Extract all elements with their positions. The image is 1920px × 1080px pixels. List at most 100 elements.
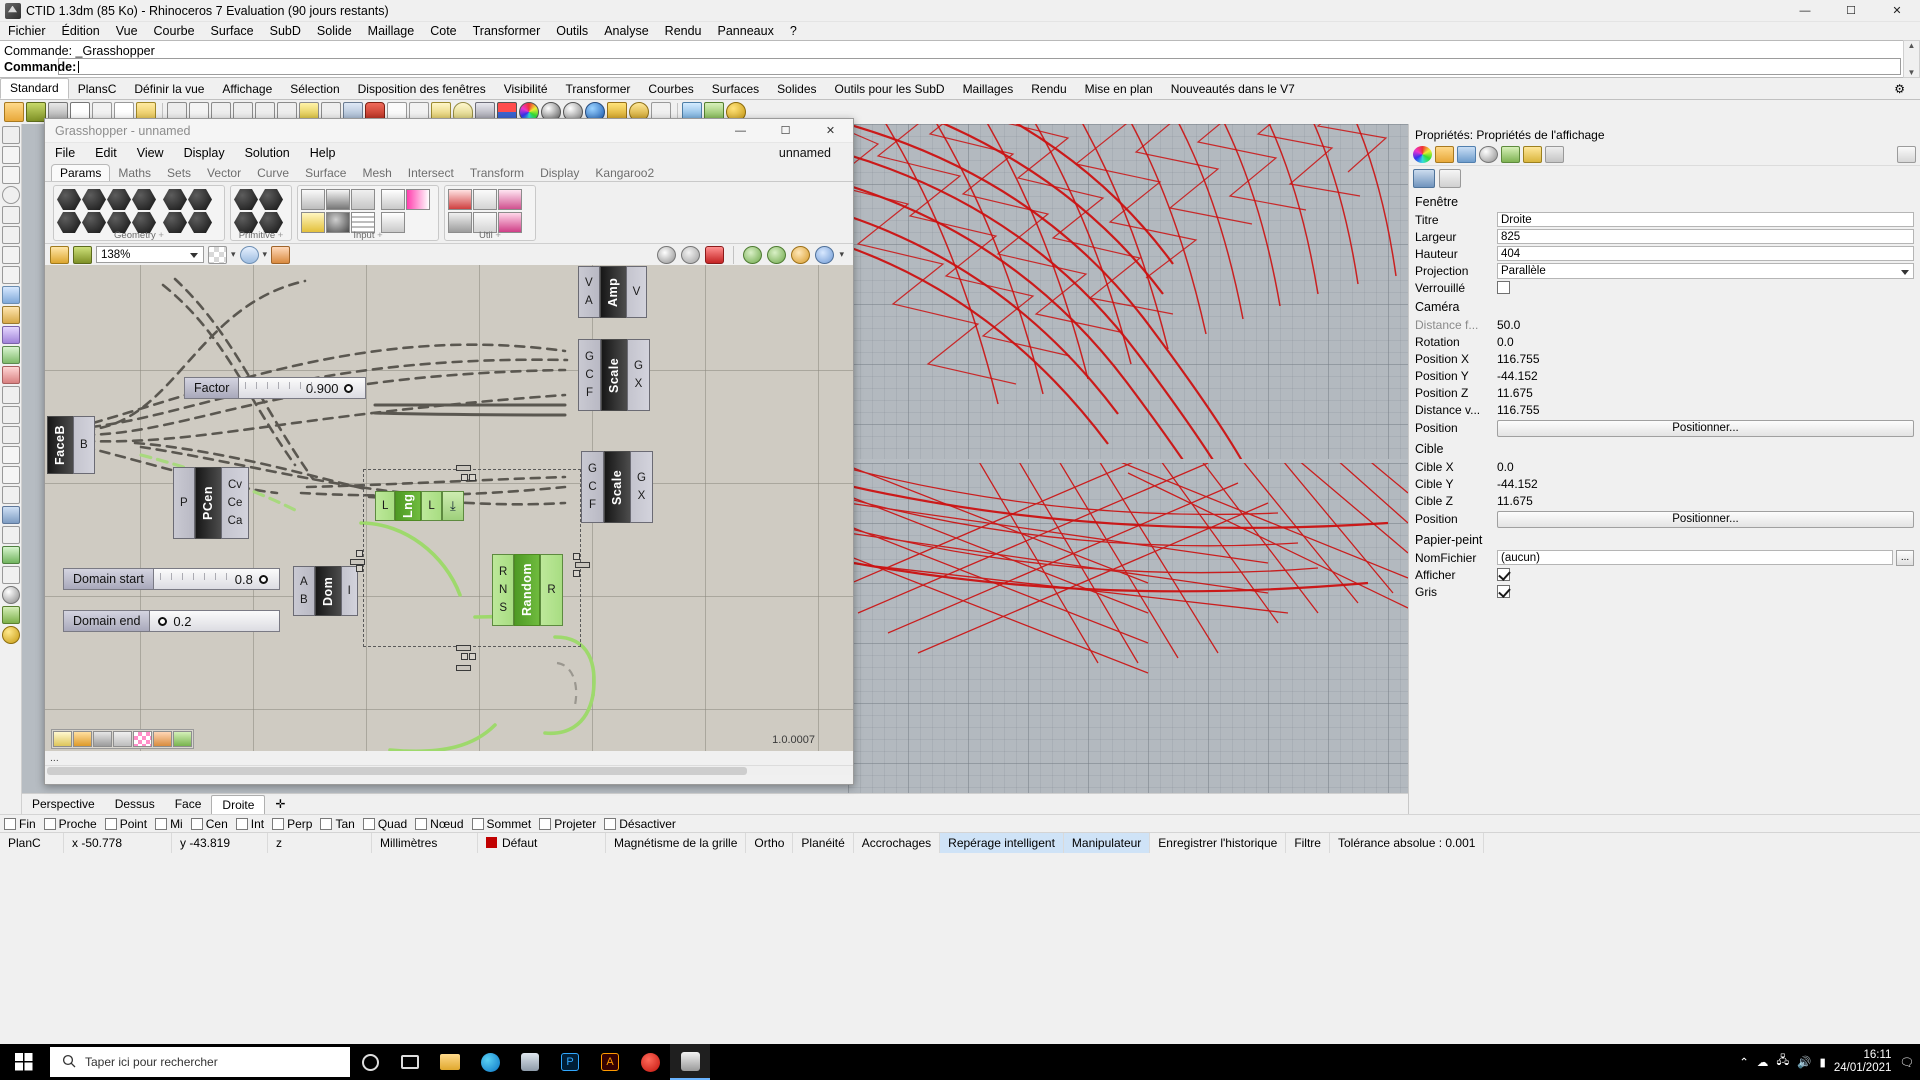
start-button[interactable] bbox=[0, 1044, 48, 1080]
solid-tool-icon[interactable] bbox=[1, 346, 20, 364]
rhino-menu-bar[interactable]: Fichier Édition Vue Courbe Surface SubD … bbox=[0, 22, 1920, 40]
port-dom-A[interactable]: A bbox=[294, 573, 314, 591]
rhino-menu-panneaux[interactable]: Panneaux bbox=[710, 24, 782, 38]
grasshopper-canvas-toolbar[interactable]: 138% ▾ ▾ ▾ bbox=[45, 243, 853, 265]
slider-domain-start-track[interactable]: 0.8 bbox=[154, 569, 274, 589]
param-box-icon[interactable] bbox=[163, 189, 187, 210]
osnap-mi-checkbox[interactable] bbox=[155, 817, 168, 830]
osnap-noeud[interactable]: Nœud bbox=[415, 817, 464, 831]
cortana-icon[interactable] bbox=[350, 1044, 390, 1080]
statusbar-grid-snap[interactable]: Magnétisme de la grille bbox=[606, 832, 747, 853]
statusbar-plan[interactable]: PlanC bbox=[0, 832, 64, 853]
slider-factor-knob[interactable] bbox=[344, 383, 354, 393]
gh-tab-display[interactable]: Display bbox=[532, 165, 587, 181]
check-tool-icon[interactable] bbox=[1, 546, 20, 564]
slider-domain-start-knob[interactable] bbox=[258, 574, 268, 584]
rhino-menu-fichier[interactable]: Fichier bbox=[0, 24, 54, 38]
material-properties-icon[interactable] bbox=[1479, 146, 1498, 163]
group-grip-bottom[interactable] bbox=[456, 645, 471, 651]
statusbar-smart-track[interactable]: Repérage intelligent bbox=[940, 832, 1064, 853]
osnap-int-checkbox[interactable] bbox=[235, 817, 248, 830]
transform-tool-icon[interactable] bbox=[1, 386, 20, 404]
circle-tool-icon[interactable] bbox=[1, 186, 20, 204]
port-dom-I[interactable]: I bbox=[342, 582, 357, 600]
grasshopper-menu-bar[interactable]: File Edit View Display Solution Help unn… bbox=[45, 143, 853, 163]
rhino-menu-transformer[interactable]: Transformer bbox=[465, 24, 549, 38]
grasshopper-window-controls[interactable]: — ☐ ✕ bbox=[718, 119, 853, 143]
rectangle-tool-icon[interactable] bbox=[1, 246, 20, 264]
port-scale2-G-out[interactable]: G bbox=[631, 469, 652, 487]
viewport-bottom-pane[interactable] bbox=[848, 463, 1408, 814]
osnap-noeud-checkbox[interactable] bbox=[415, 817, 428, 830]
toolbar-tab-nouveautes-v7[interactable]: Nouveautés dans le V7 bbox=[1162, 80, 1304, 99]
help-panel-icon[interactable] bbox=[1, 626, 20, 644]
param-boolean-icon[interactable] bbox=[234, 189, 258, 210]
osnap-projeter-checkbox[interactable] bbox=[539, 817, 552, 830]
osnap-tan[interactable]: Tan bbox=[320, 817, 355, 831]
port-pcen-Ce[interactable]: Ce bbox=[222, 494, 249, 512]
gh-tab-kangaroo2[interactable]: Kangaroo2 bbox=[587, 165, 662, 181]
opera-browser-icon[interactable] bbox=[630, 1044, 670, 1080]
osnap-point[interactable]: Point bbox=[104, 817, 147, 831]
gh-menu-display[interactable]: Display bbox=[174, 146, 235, 160]
wallpaper-icon[interactable] bbox=[1439, 169, 1461, 188]
canvas-widget-tag-icon[interactable] bbox=[173, 731, 192, 747]
osnap-quad[interactable]: Quad bbox=[362, 817, 407, 831]
group-grip-br[interactable] bbox=[469, 653, 476, 660]
prop-field-hauteur[interactable]: 404 bbox=[1497, 246, 1914, 261]
layer-panel-icon[interactable] bbox=[1, 506, 20, 524]
component-amp-outputs[interactable]: V bbox=[625, 266, 648, 318]
canvas-widget-colour-icon[interactable] bbox=[133, 731, 152, 747]
gh-tab-maths[interactable]: Maths bbox=[110, 165, 159, 181]
gh-minimize-button[interactable]: — bbox=[718, 119, 763, 143]
gradient-component-icon[interactable] bbox=[381, 189, 405, 210]
block-tool-icon[interactable] bbox=[1, 526, 20, 544]
render-tool-icon[interactable] bbox=[1, 586, 20, 604]
toolbar-tab-selection[interactable]: Sélection bbox=[281, 80, 348, 99]
port-pcen-Cv[interactable]: Cv bbox=[222, 476, 249, 494]
osnap-sommet[interactable]: Sommet bbox=[471, 817, 531, 831]
toolbar-tab-mise-en-plan[interactable]: Mise en plan bbox=[1076, 80, 1162, 99]
gh-tab-surface[interactable]: Surface bbox=[297, 165, 354, 181]
slider-component-icon[interactable] bbox=[351, 189, 375, 210]
component-scale-1-outputs[interactable]: G X bbox=[626, 339, 650, 411]
canvas-widget-graph-icon[interactable] bbox=[73, 731, 92, 747]
viewport-tab-face[interactable]: Face bbox=[165, 795, 212, 813]
object-properties-icon[interactable] bbox=[1413, 146, 1432, 163]
toggle-component-icon[interactable] bbox=[326, 189, 350, 210]
osnap-projeter[interactable]: Projeter bbox=[539, 817, 596, 831]
osnap-tan-checkbox[interactable] bbox=[320, 817, 333, 830]
param-brep-icon[interactable] bbox=[132, 189, 156, 210]
osnap-desactiver-checkbox[interactable] bbox=[604, 817, 617, 830]
task-view-icon[interactable] bbox=[390, 1044, 430, 1080]
rhino-menu-cote[interactable]: Cote bbox=[422, 24, 464, 38]
component-pcen-outputs[interactable]: Cv Ce Ca bbox=[220, 467, 250, 539]
rhino-minimize-button[interactable]: — bbox=[1782, 0, 1828, 22]
group-grip-top[interactable] bbox=[456, 465, 471, 471]
group-grip-right[interactable] bbox=[573, 553, 580, 560]
port-scale2-F[interactable]: F bbox=[582, 496, 603, 514]
properties-more-icon[interactable] bbox=[1897, 146, 1916, 163]
port-scale1-G-out[interactable]: G bbox=[628, 357, 649, 375]
viewport-tab-perspective[interactable]: Perspective bbox=[22, 795, 105, 813]
edge-browser-icon[interactable] bbox=[470, 1044, 510, 1080]
osnap-perp-checkbox[interactable] bbox=[272, 817, 285, 830]
open-file-icon[interactable] bbox=[4, 102, 24, 122]
statusbar-filter[interactable]: Filtre bbox=[1286, 832, 1330, 853]
group-grip-left[interactable] bbox=[356, 550, 363, 557]
scroll-down-icon[interactable]: ▼ bbox=[1904, 68, 1919, 77]
canvas-sketch-icon[interactable] bbox=[271, 245, 291, 264]
port-scale2-C[interactable]: C bbox=[582, 478, 603, 496]
toolbar-tab-affichage[interactable]: Affichage bbox=[213, 80, 281, 99]
prop-row-gris[interactable]: Gris bbox=[1409, 583, 1920, 600]
osnap-bar[interactable]: Fin Proche Point Mi Cen Int Perp Tan Qua… bbox=[0, 814, 1920, 832]
param-surface-icon[interactable] bbox=[107, 189, 131, 210]
canvas-preview-off-icon[interactable] bbox=[791, 245, 811, 264]
display-properties-icon[interactable] bbox=[1457, 146, 1476, 163]
toolbar-tab-maillages[interactable]: Maillages bbox=[954, 80, 1023, 99]
port-scale1-G[interactable]: G bbox=[579, 348, 600, 366]
canvas-preview-shaded-icon[interactable] bbox=[743, 245, 763, 264]
component-pcen[interactable]: P PCen Cv Ce Ca bbox=[173, 467, 250, 539]
taskbar-clock[interactable]: 16:11 24/01/2021 bbox=[1834, 1049, 1892, 1075]
port-amp-V-out[interactable]: V bbox=[627, 283, 647, 301]
